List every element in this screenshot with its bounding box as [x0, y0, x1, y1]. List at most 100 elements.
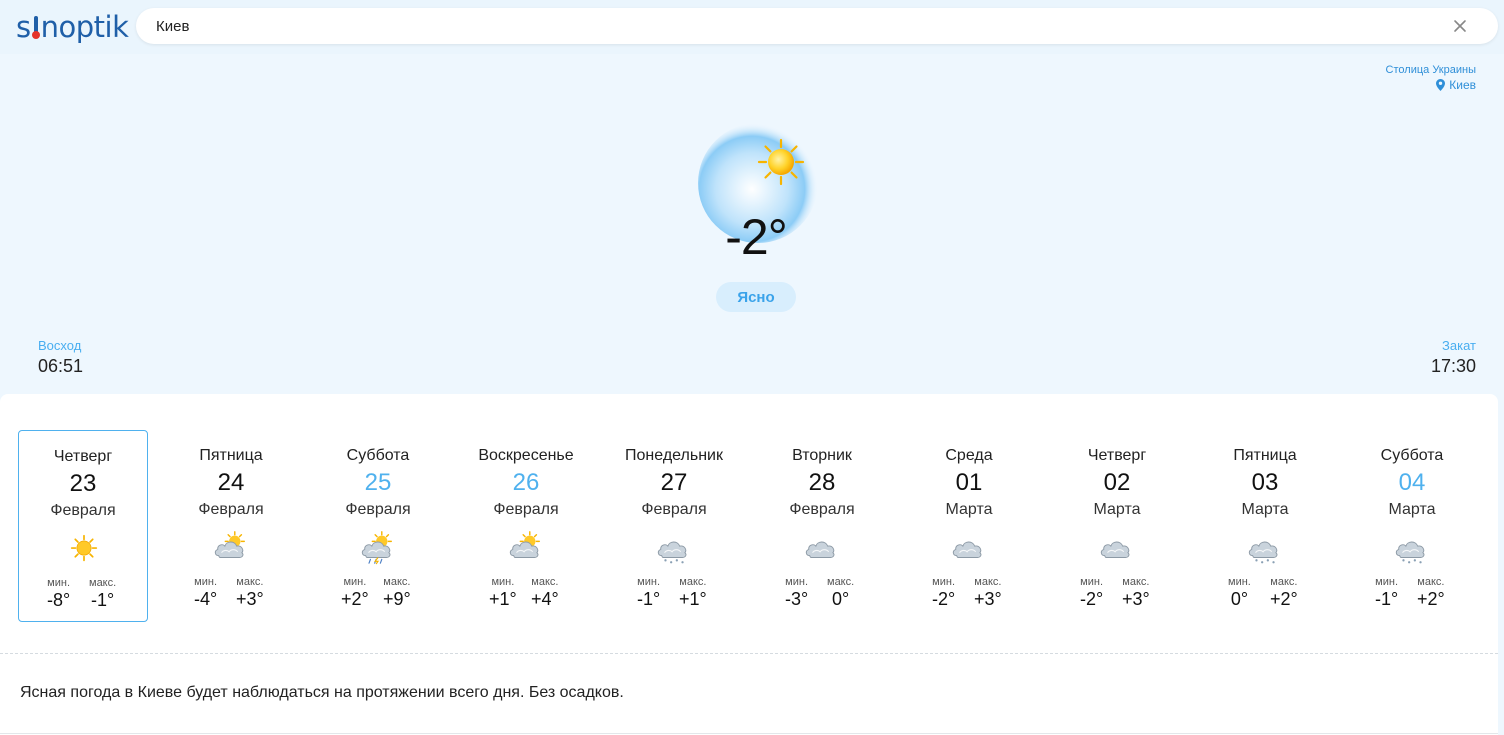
min-temp: мин. 0° — [1228, 576, 1251, 610]
forecast-day[interactable]: Суббота 04 Марта мин. -1° макс. +2° — [1347, 430, 1477, 622]
min-value: +1° — [489, 589, 517, 609]
min-value: -1° — [637, 589, 661, 609]
day-date: 26 — [512, 469, 540, 496]
max-value: +2° — [1270, 589, 1298, 609]
sunset-label: Закат — [1442, 338, 1476, 353]
current-temperature: -2° — [725, 209, 787, 265]
day-date: 27 — [660, 469, 688, 496]
thunderstorm-icon — [358, 530, 398, 566]
cloudy-icon — [802, 530, 842, 566]
day-name: Пятница — [1233, 447, 1297, 464]
sunrise: Восход 06:51 — [38, 338, 83, 377]
day-date: 01 — [955, 469, 983, 496]
location-info: Столица Украины Киев — [1386, 64, 1476, 92]
min-label: мин. — [194, 576, 218, 588]
sunrise-label: Восход — [38, 338, 82, 353]
day-month: Февраля — [50, 502, 116, 519]
day-summary: Ясная погода в Киеве будет наблюдаться н… — [20, 684, 624, 701]
forecast-day[interactable]: Вторник 28 Февраля мин. -3° макс. 0° — [757, 430, 887, 622]
day-month: Марта — [1388, 501, 1436, 518]
day-month: Марта — [1241, 501, 1289, 518]
min-value: -8° — [47, 590, 71, 610]
forecast-day[interactable]: Четверг 02 Марта мин. -2° макс. +3° — [1052, 430, 1182, 622]
day-date: 28 — [808, 469, 836, 496]
day-month: Февраля — [789, 501, 855, 518]
min-temp: мин. -1° — [1375, 576, 1398, 610]
location-city-label: Киев — [1449, 78, 1476, 92]
min-temp: мин. +2° — [341, 576, 369, 610]
max-temp: макс. +3° — [236, 576, 264, 610]
min-temp: мин. -1° — [637, 576, 660, 610]
max-temp: макс. +1° — [679, 576, 707, 610]
min-label: мин. — [785, 576, 809, 588]
cloudy-icon — [1097, 530, 1137, 566]
location-city[interactable]: Киев — [1386, 78, 1476, 92]
day-month: Февраля — [198, 501, 264, 518]
min-value: 0° — [1230, 589, 1249, 609]
partly-cloudy-icon — [211, 530, 251, 566]
max-label: макс. — [974, 576, 1002, 588]
max-temp: макс. -1° — [89, 577, 116, 611]
min-label: мин. — [1080, 576, 1104, 588]
day-month: Марта — [945, 501, 993, 518]
condition-badge: Ясно — [716, 282, 796, 312]
max-value: +3° — [974, 589, 1002, 609]
max-temp: макс. +2° — [1270, 576, 1298, 610]
sunrise-time: 06:51 — [38, 356, 84, 376]
cloudy-icon — [949, 530, 989, 566]
forecast-day[interactable]: Пятница 03 Марта мин. 0° макс. +2° — [1200, 430, 1330, 622]
max-label: макс. — [383, 576, 411, 588]
day-name: Пятница — [199, 447, 263, 464]
forecast-day[interactable]: Среда 01 Марта мин. -2° макс. +3° — [904, 430, 1034, 622]
day-name: Вторник — [792, 447, 852, 464]
day-date: 02 — [1103, 469, 1131, 496]
sinoptik-logo[interactable]: s noptik — [16, 10, 129, 44]
max-value: 0° — [831, 589, 850, 609]
forecast-day[interactable]: Воскресенье 26 Февраля мин. +1° макс. +4° — [461, 430, 591, 622]
day-name: Воскресенье — [478, 447, 574, 464]
location-caption: Столица Украины — [1385, 64, 1476, 76]
min-label: мин. — [932, 576, 956, 588]
max-label: макс. — [679, 576, 707, 588]
close-icon[interactable] — [1452, 18, 1468, 34]
max-label: макс. — [89, 577, 117, 589]
max-temp: макс. +3° — [974, 576, 1002, 610]
max-value: +9° — [383, 589, 411, 609]
sunset: Закат 17:30 — [1431, 338, 1476, 377]
max-temp: макс. +3° — [1122, 576, 1150, 610]
max-value: +1° — [679, 589, 707, 609]
max-value: -1° — [90, 590, 115, 610]
max-temp: макс. 0° — [827, 576, 854, 610]
snow-cloud-icon — [654, 530, 694, 566]
forecast-panel: Четверг 23 Февраля мин. -8° макс. -1° Пятница 24… — [0, 394, 1498, 735]
max-value: +3° — [1122, 589, 1150, 609]
day-date: 23 — [69, 470, 97, 497]
forecast-day[interactable]: Понедельник 27 Февраля мин. -1° макс. +1° — [609, 430, 739, 622]
day-date: 25 — [364, 469, 392, 496]
location-pin-icon — [1436, 79, 1446, 91]
max-temp: макс. +9° — [383, 576, 411, 610]
min-value: +2° — [341, 589, 369, 609]
forecast-day[interactable]: Четверг 23 Февраля мин. -8° макс. -1° — [18, 430, 148, 622]
min-value: -1° — [1375, 589, 1399, 609]
search-box — [136, 8, 1498, 44]
day-date: 03 — [1251, 469, 1279, 496]
forecast-day[interactable]: Суббота 25 Февраля мин. +2° макс. +9° — [313, 430, 443, 622]
search-input[interactable] — [156, 17, 1416, 35]
min-temp: мин. -4° — [194, 576, 217, 610]
min-temp: мин. -3° — [785, 576, 808, 610]
max-value: +3° — [236, 589, 264, 609]
day-name: Четверг — [53, 448, 113, 465]
min-label: мин. — [1375, 576, 1399, 588]
min-temp: мин. +1° — [489, 576, 517, 610]
day-month: Февраля — [641, 501, 707, 518]
day-name: Суббота — [346, 447, 410, 464]
max-temp: макс. +2° — [1417, 576, 1445, 610]
day-name: Четверг — [1087, 447, 1147, 464]
min-label: мин. — [47, 577, 71, 589]
day-name: Понедельник — [625, 447, 723, 464]
max-temp: макс. +4° — [531, 576, 559, 610]
min-label: мин. — [491, 576, 515, 588]
max-label: макс. — [236, 576, 264, 588]
forecast-day[interactable]: Пятница 24 Февраля мин. -4° макс. +3° — [166, 430, 296, 622]
